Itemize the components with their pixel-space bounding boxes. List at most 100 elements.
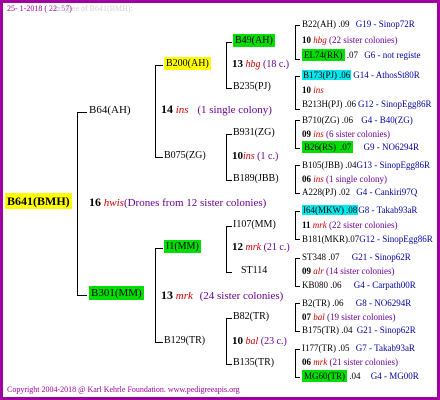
gen4-code: mrk (313, 357, 328, 367)
connector (155, 157, 163, 158)
gen4-row: KB080 .06 G4 - Carpath00R (302, 281, 416, 290)
gen4-row: B2(TR) .06 G8 - NO6294R (302, 299, 411, 308)
connector (226, 226, 227, 272)
root-node[interactable]: B641(BMH) (5, 193, 72, 209)
gen2-node[interactable]: B129(TR) (164, 336, 205, 346)
gen3-node[interactable]: I107(MM) (233, 220, 276, 230)
gen4-year: .06 (341, 115, 353, 125)
gen4-num: 09 (302, 129, 311, 139)
gen4-row: 09 alr (14 sister colonies) (302, 267, 395, 276)
gen4-note: (19 sister colonies) (327, 312, 396, 322)
gen4-row: A228(PJ) .02 G4 - Cankiri97Q (302, 188, 417, 197)
gen2-node[interactable]: B075(ZG) (164, 151, 206, 161)
gen4-link[interactable]: G8 - NO6294R (356, 298, 412, 308)
gen4-note: (14 sister colonies) (326, 266, 395, 276)
gen4-link[interactable]: G19 - Sinop72R (356, 19, 415, 29)
connector (295, 239, 300, 240)
gen2-node[interactable]: I1(MM) (164, 240, 201, 253)
gen3-node[interactable]: B189(JBB) (233, 174, 279, 184)
connector (295, 148, 300, 149)
gen4-link[interactable]: G4 - Cankiri97Q (356, 187, 417, 197)
gen2-note: (21 c.) (263, 242, 290, 253)
connector (295, 211, 300, 212)
gen4-note: (21 sister colonies) (329, 357, 398, 367)
connector (295, 349, 300, 350)
gen4-link[interactable]: G12 - SinopEgg86R (359, 234, 433, 244)
gen3-node[interactable]: B49(AH) (233, 34, 275, 47)
gen4-code: ins (313, 174, 324, 184)
gen4-year: .06 (332, 298, 344, 308)
gen4-id: EL74(RK) (302, 49, 345, 61)
gen3-node[interactable]: B135(TR) (233, 358, 274, 368)
gen3-node[interactable]: B235(PJ) (233, 82, 271, 92)
gen1-node[interactable]: B301(MM) (89, 286, 144, 300)
gen1-note: (24 sister colonies) (199, 290, 284, 302)
gen4-code: mrk (312, 220, 327, 230)
connector (155, 248, 156, 342)
gen3-id: B49(AH) (233, 34, 275, 47)
gen4-id: KB080 (302, 280, 329, 290)
gen4-num: 06 (302, 357, 311, 367)
gen2-info: 10ins (1 c.) (232, 151, 278, 162)
gen4-link[interactable]: G4 - B40(ZG) (361, 115, 413, 125)
connector (295, 286, 300, 287)
gen4-link[interactable]: G13 - SinopEgg86R (357, 160, 431, 170)
gen4-num: 10 (302, 35, 311, 45)
gen2-id: B200(AH) (164, 57, 211, 70)
gen4-year: .06 (330, 280, 342, 290)
gen1-node[interactable]: B64(AH) (89, 105, 131, 116)
gen4-year: .04 (349, 371, 361, 381)
connector (77, 112, 87, 113)
connector (295, 25, 296, 59)
gen4-year: .07 (348, 234, 360, 244)
gen4-num: 06 (302, 174, 311, 184)
connector (226, 42, 232, 43)
gen4-row: I177(TR) .05 G7 - Takab93aR (302, 344, 415, 353)
connector (77, 112, 78, 295)
gen4-link[interactable]: G12 - SinopEgg86R (358, 99, 432, 109)
gen4-note: (1 single colony) (326, 174, 388, 184)
root-num: 16 (89, 195, 101, 209)
gen4-link[interactable]: G9 - NO6294R (364, 142, 420, 152)
gen2-code: hbg (245, 59, 261, 70)
gen2-note: (18 c.) (263, 59, 290, 70)
gen4-id: I177(TR) (302, 343, 336, 353)
root-code: hwis (103, 197, 124, 209)
pedigree-diagram: 25- 1-2018 ( 22: 57) Pedigree of B641(BM… (0, 0, 440, 400)
gen4-row: 10 ins (302, 86, 324, 95)
gen3-node[interactable]: ST114 (241, 266, 267, 276)
gen4-link[interactable]: G21 - Sinop62R (357, 325, 416, 335)
gen3-node[interactable]: B82(TR) (233, 312, 269, 322)
connector (295, 211, 296, 239)
gen4-link[interactable]: G4 - MG00R (371, 371, 419, 381)
gen4-link[interactable]: G6 - not registe (364, 50, 420, 60)
gen2-node[interactable]: B200(AH) (164, 57, 211, 70)
gen4-link[interactable]: G7 - Takab93aR (356, 343, 415, 353)
gen4-row: 07 bal (19 sister colonies) (302, 313, 396, 322)
connector (295, 258, 296, 286)
connector (226, 226, 232, 227)
gen1-code: ins (175, 104, 189, 116)
gen2-info: 13 hbg (18 c.) (232, 59, 289, 70)
connector (77, 295, 87, 296)
gen2-info: 10 bal (23 c.) (232, 336, 287, 347)
gen4-year: .06 (338, 70, 352, 80)
gen4-id: B22(AH) (302, 19, 336, 29)
gen4-row: ST348 .07 G21 - Sinop62R (302, 253, 411, 262)
gen3-node[interactable]: B931(ZG) (233, 128, 275, 138)
gen4-year: .02 (338, 187, 351, 197)
gen4-link[interactable]: G4 - Carpath00R (354, 280, 416, 290)
gen1-code: mrk (175, 290, 193, 302)
connector (295, 76, 296, 109)
gen4-year: .07 (346, 50, 358, 60)
gen4-link[interactable]: G14 - AthosSt80R (353, 70, 420, 80)
gen4-year: .09 (338, 19, 350, 29)
gen4-link[interactable]: G8 - Takab93aR (358, 205, 417, 215)
gen4-id: A228(PJ) (302, 187, 337, 197)
gen4-link[interactable]: G21 - Sinop62R (352, 252, 411, 262)
connector (155, 65, 163, 66)
gen1-info: 14 ins (1 single colony) (161, 103, 272, 116)
connector (295, 193, 300, 194)
gen2-note: (23 c.) (260, 336, 287, 347)
gen4-code: ins (313, 85, 324, 95)
